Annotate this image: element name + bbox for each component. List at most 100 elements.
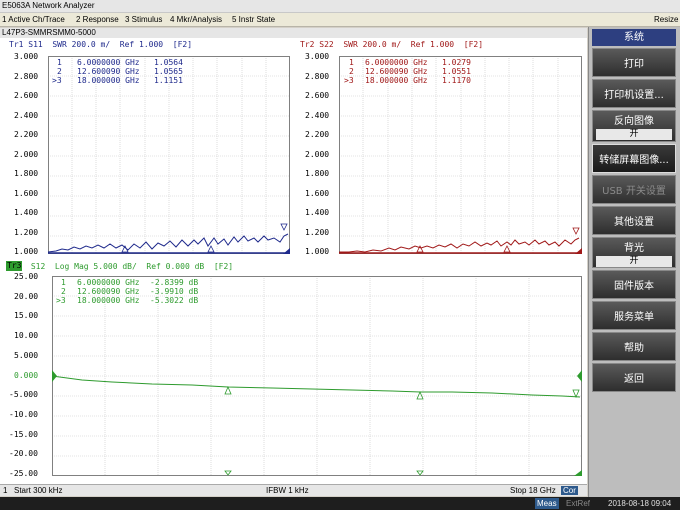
tr1-y-tick: 3.000: [14, 52, 39, 61]
tr2-marker-3-freq: 18.000000 GHz: [365, 76, 428, 85]
save-screen-image-label: 转储屏幕图像...: [599, 155, 669, 166]
window-title-bar: E5063A Network Analyzer: [0, 0, 680, 13]
tr1-marker-1-value: 1.0564: [154, 58, 183, 67]
firmware-version-label: 固件版本: [614, 281, 654, 292]
tr2-header[interactable]: Tr2 S22 SWR 200.0 m/ Ref 1.000 [F2]: [300, 40, 483, 49]
return-label: 返回: [624, 374, 644, 385]
tr1-marker-2-id: 2: [57, 67, 62, 76]
tr3-graph[interactable]: [52, 276, 584, 480]
help-button[interactable]: 帮助: [592, 332, 676, 361]
backlight-state: 开: [596, 255, 672, 267]
menu-instr-state[interactable]: 5 Instr State: [232, 13, 275, 27]
tr3-ref-arrow-right: [577, 370, 582, 382]
tr1-y-tick: 2.000: [14, 150, 39, 159]
tr1-trace: [48, 233, 289, 253]
invert-image-state: 开: [596, 129, 672, 140]
tr1-marker-1-freq: 6.0000000 GHz: [77, 58, 140, 67]
tr2-marker-3-value: 1.1170: [442, 76, 471, 85]
tr3-active-label[interactable]: Tr3: [6, 261, 23, 271]
help-label: 帮助: [624, 343, 644, 354]
menu-mkr-analysis[interactable]: 4 Mkr/Analysis: [170, 13, 222, 27]
tr3-y-tick: 5.000: [14, 351, 39, 360]
tr3-marker-2-pointer: [416, 470, 424, 476]
instrument-name: L47P3-SMMRSMM0-5000: [2, 28, 96, 37]
tr1-marker-1-id: 1: [57, 58, 62, 67]
tr3-marker-1-value: -2.8399 dB: [150, 278, 199, 287]
tr2-frame: [339, 56, 582, 254]
softkey-menu-title: 系统: [592, 29, 676, 46]
tr1-y-tick: 1.400: [14, 208, 39, 217]
tr2-y-tick: 2.400: [305, 111, 330, 120]
tr3-stop-arrow: [574, 470, 582, 476]
ifbw[interactable]: IFBW 1 kHz: [266, 485, 309, 496]
backlight-label: 背光: [624, 242, 644, 254]
usb-switch-setup-button[interactable]: USB 开关设置: [592, 175, 676, 204]
tr3-grid: [52, 276, 582, 475]
stop-frequency[interactable]: Stop 18 GHz: [510, 485, 556, 496]
tr1-y-tick: 2.400: [14, 111, 39, 120]
tr1-header[interactable]: Tr1 S11 SWR 200.0 m/ Ref 1.000 [F2]: [9, 40, 192, 49]
tr2-marker-3: [572, 227, 580, 235]
channel-number: 1: [3, 486, 8, 495]
menu-resize[interactable]: Resize: [654, 13, 678, 27]
extref-indicator: ExtRef: [566, 499, 591, 508]
firmware-version-button[interactable]: 固件版本: [592, 270, 676, 299]
tr2-marker-2-freq: 12.600090 GHz: [365, 67, 428, 76]
invert-image-button[interactable]: 反向图像开: [592, 110, 676, 142]
menu-stimulus[interactable]: 3 Stimulus: [125, 13, 162, 27]
tr3-header[interactable]: S12 Log Mag 5.000 dB/ Ref 0.000 dB [F2]: [26, 262, 233, 271]
tr2-graph[interactable]: [339, 56, 583, 258]
menu-active-ch-trace[interactable]: 1 Active Ch/Trace: [2, 13, 65, 27]
tr1-grid: [48, 56, 290, 253]
misc-setup-label: 其他设置: [614, 217, 654, 228]
tr3-y-tick: -25.00: [9, 469, 38, 478]
start-frequency[interactable]: Start 300 kHz: [14, 485, 62, 496]
tr1-graph[interactable]: [48, 56, 291, 258]
tr1-y-tick: 1.800: [14, 169, 39, 178]
tr1-marker-2-value: 1.0565: [154, 67, 183, 76]
tr2-grid: [339, 56, 582, 253]
tr3-marker-2: [416, 390, 424, 400]
tr2-marker-1-freq: 6.0000000 GHz: [365, 58, 428, 67]
tr3-marker-1: [224, 385, 232, 395]
tr3-marker-2-freq: 12.600090 GHz: [77, 287, 140, 296]
window-title: E5063A Network Analyzer: [2, 1, 95, 10]
tr2-y-tick: 1.200: [305, 228, 330, 237]
tr1-marker-2-freq: 12.600090 GHz: [77, 67, 140, 76]
tr1-marker-readout: 1: [57, 58, 62, 67]
tr1-marker-3-id: >3: [52, 76, 62, 85]
tr3-y-tick: 10.00: [14, 331, 39, 340]
tr1-y-tick: 1.000: [14, 247, 39, 256]
return-button[interactable]: 返回: [592, 363, 676, 392]
usb-switch-setup-label: USB 开关设置: [602, 186, 666, 197]
service-menu-button[interactable]: 服务菜单: [592, 301, 676, 330]
tr3-marker-3-freq: 18.000000 GHz: [77, 296, 140, 305]
tr2-trace: [339, 237, 580, 253]
tr2-markers: [416, 227, 580, 253]
tr2-y-tick: 2.600: [305, 91, 330, 100]
save-screen-image-button[interactable]: 转储屏幕图像...: [592, 144, 676, 173]
menu-response[interactable]: 2 Response: [76, 13, 119, 27]
tr2-marker-1-id: 1: [349, 58, 354, 67]
printer-setup-button[interactable]: 打印机设置...: [592, 79, 676, 108]
menu-bar: 1 Active Ch/Trace 2 Response 3 Stimulus …: [0, 13, 680, 27]
printer-setup-label: 打印机设置...: [604, 90, 664, 101]
print-button[interactable]: 打印: [592, 48, 676, 77]
print-label: 打印: [624, 59, 644, 70]
tr2-y-tick: 2.800: [305, 72, 330, 81]
tr2-y-tick: 2.000: [305, 150, 330, 159]
tr1-marker-3: [280, 223, 288, 231]
tr1-y-tick: 2.800: [14, 72, 39, 81]
cor-indicator: Cor: [561, 486, 578, 495]
tr2-y-tick: 1.600: [305, 189, 330, 198]
backlight-button[interactable]: 背光开: [592, 237, 676, 268]
misc-setup-button[interactable]: 其他设置: [592, 206, 676, 235]
invert-image-label: 反向图像: [614, 116, 654, 127]
tr3-marker-1-freq: 6.0000000 GHz: [77, 278, 140, 287]
tr2-marker-2-value: 1.0551: [442, 67, 471, 76]
tr3-marker-3-id: >3: [56, 296, 66, 305]
instrument-name-bar: L47P3-SMMRSMM0-5000: [0, 28, 587, 38]
tr1-y-tick: 2.200: [14, 130, 39, 139]
tr2-marker-2-id: 2: [349, 67, 354, 76]
tr2-y-tick: 1.000: [305, 247, 330, 256]
